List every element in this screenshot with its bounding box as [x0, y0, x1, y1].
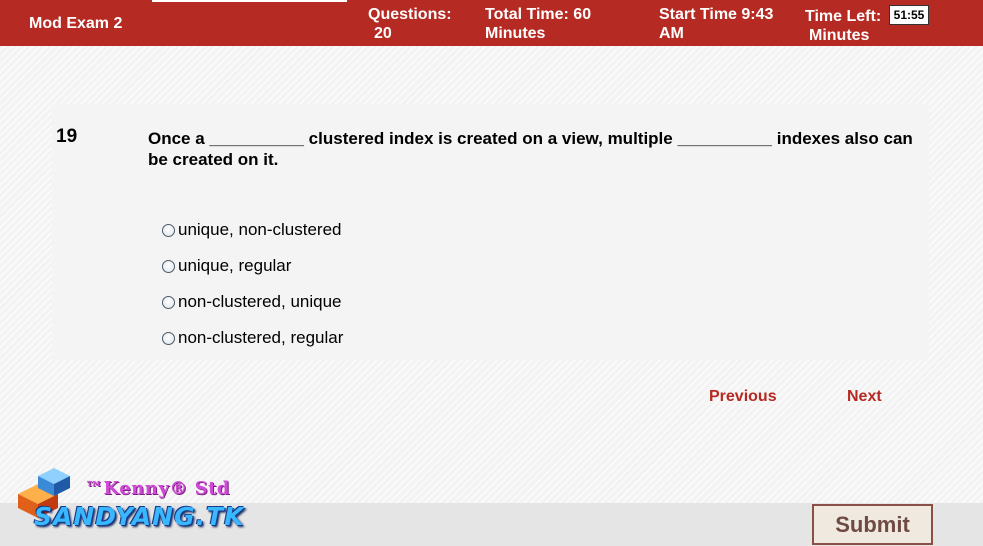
questions-label: Questions:: [368, 6, 452, 23]
time-left-label: Time Left:: [805, 8, 882, 25]
submit-button[interactable]: Submit: [812, 504, 933, 545]
answer-option[interactable]: unique, non-clustered: [162, 212, 343, 248]
answer-option-label: unique, regular: [178, 256, 292, 275]
total-time-unit: Minutes: [485, 25, 546, 42]
question-panel: 19 Once a __________ clustered index is …: [52, 104, 929, 360]
answer-option-label: unique, non-clustered: [178, 220, 342, 239]
countdown-timer: 51:55: [889, 5, 929, 25]
start-time: Start Time 9:43 AM: [659, 5, 773, 43]
answer-option[interactable]: unique, regular: [162, 248, 343, 284]
radio-button[interactable]: [162, 223, 175, 237]
start-time-label: Start Time 9:43: [659, 6, 774, 23]
answer-option-label: non-clustered, unique: [178, 292, 342, 311]
total-time: Total Time: 60 Minutes: [485, 5, 591, 43]
watermark-logo: ™Kenny® Std SANDYANG.TK: [8, 466, 248, 542]
questions-count: Questions: 20: [368, 5, 452, 43]
exam-header-bar: Mod Exam 2 Questions: 20 Total Time: 60 …: [0, 0, 983, 46]
start-time-ampm: AM: [659, 25, 684, 42]
radio-button[interactable]: [162, 295, 175, 309]
exam-title: Mod Exam 2: [29, 15, 123, 32]
logo-site-name: SANDYANG.TK: [34, 502, 245, 531]
answer-option[interactable]: non-clustered, regular: [162, 320, 343, 356]
answer-option[interactable]: non-clustered, unique: [162, 284, 343, 320]
answer-option-label: non-clustered, regular: [178, 328, 344, 347]
question-text: Once a __________ clustered index is cre…: [148, 129, 913, 169]
answer-options: unique, non-clustered unique, regular no…: [162, 212, 343, 356]
previous-button[interactable]: Previous: [709, 388, 777, 406]
question-number: 19: [56, 126, 78, 147]
radio-button[interactable]: [162, 259, 175, 273]
next-button[interactable]: Next: [847, 388, 882, 406]
header-accent-line: [152, 0, 347, 2]
total-time-label: Total Time: 60: [485, 6, 592, 23]
time-left: Time Left: Minutes: [805, 7, 881, 45]
time-left-unit: Minutes: [809, 27, 870, 44]
logo-tagline: ™Kenny® Std: [85, 478, 230, 499]
radio-button[interactable]: [162, 331, 175, 345]
questions-value: 20: [374, 25, 392, 42]
